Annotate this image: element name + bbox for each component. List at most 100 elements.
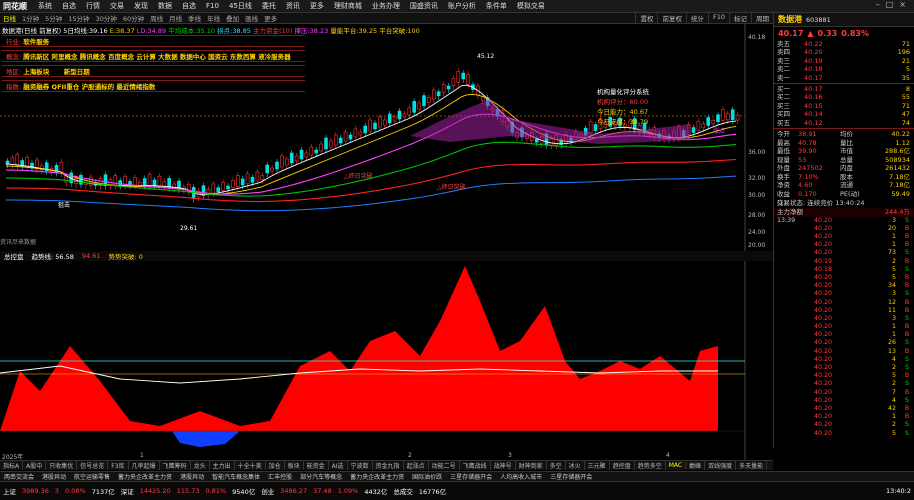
bid-row[interactable]: 买二 40.16 55 bbox=[774, 93, 914, 101]
indicator-tab[interactable]: 飞鹰筹码 bbox=[160, 461, 191, 470]
period-tab[interactable]: 月线 bbox=[166, 13, 185, 23]
indicator-tab[interactable]: 巅峰 bbox=[686, 461, 706, 470]
news-item[interactable]: 蓄力央企改革主力资 bbox=[346, 472, 408, 481]
ask-row[interactable]: 卖四 40.20 196 bbox=[774, 48, 914, 56]
indicator-tab[interactable]: 能资金 bbox=[304, 461, 329, 470]
indicator-tab[interactable]: 三元聚 bbox=[585, 461, 610, 470]
menu-item[interactable]: 数据 bbox=[153, 1, 177, 11]
indicator-tab[interactable]: 主力出 bbox=[210, 461, 235, 470]
maximize-icon[interactable]: □ bbox=[886, 0, 900, 9]
news-item[interactable]: 航空运输零售 bbox=[70, 472, 114, 481]
toolbar-button[interactable]: 置权 bbox=[635, 13, 657, 23]
menu-item[interactable]: 发现 bbox=[129, 1, 153, 11]
news-item[interactable]: 智能汽车概念集体 bbox=[208, 472, 264, 481]
indicator-tab[interactable]: 龙头 bbox=[191, 461, 210, 470]
toolbar-button[interactable]: 前复权 bbox=[657, 13, 686, 23]
indicator-tab[interactable]: 战神号 bbox=[491, 461, 516, 470]
bid-row[interactable]: 买四 40.14 47 bbox=[774, 110, 914, 118]
indicator-tab[interactable]: 财神到家 bbox=[516, 461, 547, 470]
indicator-tab[interactable]: 十全十美 bbox=[235, 461, 266, 470]
indicator-tab[interactable]: A股中 bbox=[23, 461, 47, 470]
period-tab[interactable]: 1分钟 bbox=[19, 13, 42, 23]
period-tab[interactable]: 更多 bbox=[261, 13, 280, 23]
sub-title[interactable]: 总控盘 bbox=[0, 251, 28, 261]
menu-item[interactable]: 自选 bbox=[57, 1, 81, 11]
toolbar-button[interactable]: 统计 bbox=[685, 13, 708, 23]
indicator-tab[interactable]: 只收集优 bbox=[46, 461, 78, 470]
menu-item[interactable]: 业务办理 bbox=[367, 1, 405, 11]
window-controls[interactable]: –□× bbox=[876, 0, 912, 9]
menu-item[interactable]: 委托 bbox=[257, 1, 281, 11]
news-item[interactable]: 部分汽车等概念 bbox=[296, 472, 346, 481]
indicator-tab[interactable]: F3库 bbox=[108, 461, 129, 470]
indicator-tab[interactable]: 趋控盘 bbox=[610, 461, 635, 470]
indicator-tab[interactable]: 指标A bbox=[0, 461, 24, 470]
bid-row[interactable]: 买一 40.17 8 bbox=[774, 85, 914, 93]
news-item[interactable]: 两串交流会 bbox=[0, 472, 38, 481]
indicator-tab[interactable]: 宁波数 bbox=[348, 461, 373, 470]
minimize-icon[interactable]: – bbox=[876, 0, 886, 9]
news-item[interactable]: 蓄力央企改革主力资 bbox=[114, 472, 176, 481]
indicator-tab[interactable]: 加仓 bbox=[266, 461, 285, 470]
toolbar-button[interactable]: 周期 bbox=[751, 13, 773, 23]
news-item[interactable]: 汇丰控股 bbox=[264, 472, 296, 481]
tick-list[interactable]: 13:39 40.20 3 S 40.20 20 B 40.20 1 B 40.20 1 B 40.20 7… bbox=[774, 217, 914, 438]
indicator-tab[interactable]: 多夫量能 bbox=[736, 461, 768, 470]
close-icon[interactable]: × bbox=[899, 0, 912, 9]
period-tab[interactable]: 5分钟 bbox=[42, 13, 65, 23]
news-item[interactable]: 三星存储器开会 bbox=[446, 472, 496, 481]
indicator-tab[interactable]: MAC bbox=[666, 462, 687, 469]
menu-item[interactable]: 模拟交易 bbox=[512, 1, 550, 11]
indicator-tab[interactable]: 趋势多空 bbox=[635, 461, 666, 470]
menu-item[interactable]: 交易 bbox=[105, 1, 129, 11]
menu-item[interactable]: 理财商城 bbox=[329, 1, 367, 11]
sub-canvas[interactable] bbox=[0, 261, 773, 460]
indicator-tab[interactable]: 起涨点 bbox=[404, 461, 429, 470]
period-tab[interactable]: 年线 bbox=[204, 13, 223, 23]
bid-row[interactable]: 买三 40.15 71 bbox=[774, 102, 914, 110]
menu-item[interactable]: 更多 bbox=[305, 1, 329, 11]
period-tab[interactable]: 周线 bbox=[147, 13, 166, 23]
period-tab[interactable]: 日线 bbox=[0, 13, 19, 23]
period-tab[interactable]: 叠加 bbox=[223, 13, 242, 23]
index-name[interactable]: 深证 bbox=[118, 486, 137, 496]
indicator-tab[interactable]: 资金九指 bbox=[373, 461, 404, 470]
indicator-tab[interactable]: 板块 bbox=[285, 461, 304, 470]
period-tab[interactable]: 画线 bbox=[242, 13, 261, 23]
bid-row[interactable]: 买五 40.12 74 bbox=[774, 119, 914, 127]
sub-chart[interactable] bbox=[0, 261, 773, 460]
indicator-tab[interactable]: 冰火 bbox=[566, 461, 585, 470]
menu-item[interactable]: F10 bbox=[201, 2, 224, 10]
indicator-tab[interactable]: 几率起爆 bbox=[129, 461, 160, 470]
indicator-tab[interactable]: 多空 bbox=[547, 461, 566, 470]
indicator-tab[interactable]: 动能二号 bbox=[429, 461, 460, 470]
news-item[interactable]: 人均高收入城市 bbox=[496, 472, 546, 481]
period-tab[interactable]: 15分钟 bbox=[65, 13, 92, 23]
toolbar-button[interactable]: 标记 bbox=[729, 13, 751, 23]
ask-row[interactable]: 卖二 40.18 5 bbox=[774, 65, 914, 73]
period-tab[interactable]: 30分钟 bbox=[93, 13, 120, 23]
index-name[interactable]: 创业 bbox=[258, 486, 277, 496]
index-name[interactable]: 上证 bbox=[0, 486, 19, 496]
kline-chart[interactable]: 数据港(日线 前复权) 5日均线:39.16 E:38.37 LD:34.89 … bbox=[0, 24, 773, 252]
indicator-tab[interactable]: 信号总览 bbox=[77, 461, 109, 470]
news-item[interactable]: 国际油价跌 bbox=[408, 472, 446, 481]
indicator-tab[interactable]: 飞鹰战线 bbox=[460, 461, 491, 470]
ask-row[interactable]: 卖五 40.22 71 bbox=[774, 40, 914, 48]
menu-item[interactable]: 账户分析 bbox=[443, 1, 481, 11]
menu-item[interactable]: 资讯 bbox=[281, 1, 305, 11]
indicator-tab[interactable]: AI选 bbox=[329, 461, 348, 470]
menu-item[interactable]: 行情 bbox=[81, 1, 105, 11]
menu-item[interactable]: 条件单 bbox=[481, 1, 512, 11]
news-item[interactable]: 港股异动 bbox=[38, 472, 70, 481]
ask-row[interactable]: 卖一 40.17 35 bbox=[774, 74, 914, 82]
news-item[interactable]: 三星存储器开会 bbox=[546, 472, 596, 481]
ask-row[interactable]: 卖三 40.19 21 bbox=[774, 57, 914, 65]
toolbar-button[interactable]: F10 bbox=[707, 13, 729, 23]
period-tab[interactable]: 季线 bbox=[185, 13, 204, 23]
menu-item[interactable]: 45日线 bbox=[224, 1, 257, 11]
menu-item[interactable]: 系统 bbox=[33, 1, 57, 11]
indicator-tab[interactable]: 双线强度 bbox=[705, 461, 737, 470]
menu-item[interactable]: 国盛资讯 bbox=[405, 1, 443, 11]
menu-item[interactable]: 自选 bbox=[177, 1, 201, 11]
